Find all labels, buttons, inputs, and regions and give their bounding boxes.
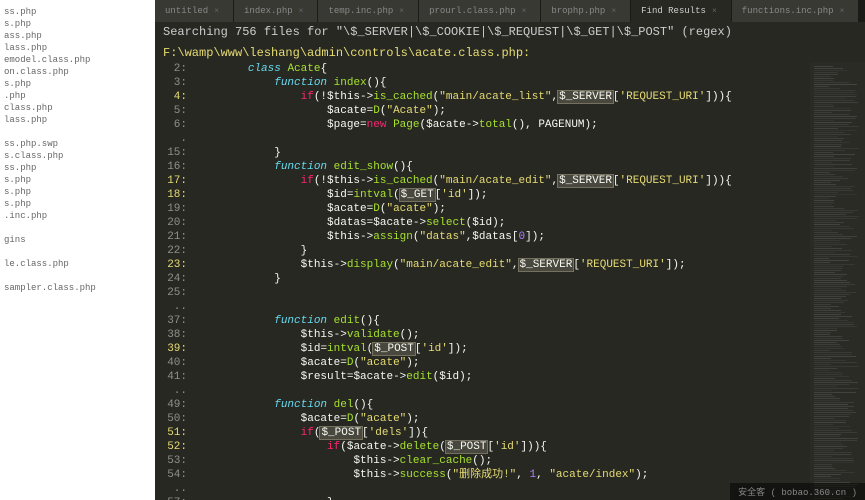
code-line[interactable]: function del(){: [195, 398, 810, 412]
tab-prourl-class-php[interactable]: prourl.class.php×: [419, 0, 541, 22]
line-gutter: 2:3:4:5:6:.15:16:17:18:19:20:21:22:23:24…: [155, 62, 195, 500]
code-content[interactable]: class Acate{ function index(){ if(!$this…: [195, 62, 810, 500]
file-tree-item[interactable]: .inc.php: [4, 210, 151, 222]
code-line[interactable]: $acate=D("acate");: [195, 412, 810, 426]
close-icon[interactable]: ×: [522, 7, 527, 16]
code-line[interactable]: $this->validate();: [195, 328, 810, 342]
code-line[interactable]: }: [195, 244, 810, 258]
file-tree-item[interactable]: ss.php.swp: [4, 138, 151, 150]
code-line[interactable]: function edit(){: [195, 314, 810, 328]
code-line[interactable]: $this->success("删除成功!", 1, "acate/index"…: [195, 468, 810, 482]
code-area[interactable]: 2:3:4:5:6:.15:16:17:18:19:20:21:22:23:24…: [155, 62, 865, 500]
file-tree-item[interactable]: class.php: [4, 102, 151, 114]
tab-temp-inc-php[interactable]: temp.inc.php×: [318, 0, 419, 22]
code-line[interactable]: function edit_show(){: [195, 160, 810, 174]
file-tree-item[interactable]: s.php: [4, 186, 151, 198]
file-tree-item[interactable]: lass.php: [4, 42, 151, 54]
close-icon[interactable]: ×: [611, 7, 616, 16]
tab-functions-inc-php[interactable]: functions.inc.php×: [732, 0, 860, 22]
file-tree-item[interactable]: ass.php: [4, 30, 151, 42]
code-line[interactable]: if(!$this->is_cached("main/acate_list",$…: [195, 90, 810, 104]
file-tree-item[interactable]: emodel.class.php: [4, 54, 151, 66]
file-tree-item[interactable]: s.php: [4, 18, 151, 30]
file-tree-item[interactable]: le.class.php: [4, 258, 151, 270]
code-line[interactable]: $id=intval($_GET['id']);: [195, 188, 810, 202]
file-tree-item[interactable]: ss.php: [4, 162, 151, 174]
code-line[interactable]: class Acate{: [195, 62, 810, 76]
close-icon[interactable]: ×: [712, 7, 717, 16]
code-line[interactable]: [195, 482, 810, 496]
file-tree-item[interactable]: s.php: [4, 174, 151, 186]
code-line[interactable]: $this->clear_cache();: [195, 454, 810, 468]
close-icon[interactable]: ×: [840, 7, 845, 16]
search-header: Searching 756 files for "\$_SERVER|\$_CO…: [155, 22, 865, 42]
code-line[interactable]: if($_POST['dels']){: [195, 426, 810, 440]
code-line[interactable]: [195, 384, 810, 398]
file-tree-item[interactable]: on.class.php: [4, 66, 151, 78]
close-icon[interactable]: ×: [299, 7, 304, 16]
code-line[interactable]: if(!$this->is_cached("main/acate_edit",$…: [195, 174, 810, 188]
code-line[interactable]: }: [195, 496, 810, 500]
file-tree-item[interactable]: ss.php: [4, 6, 151, 18]
code-line[interactable]: $acate=D("acate");: [195, 202, 810, 216]
code-line[interactable]: $this->assign("datas",$datas[0]);: [195, 230, 810, 244]
code-line[interactable]: $datas=$acate->select($id);: [195, 216, 810, 230]
code-line[interactable]: [195, 300, 810, 314]
tab-index-php[interactable]: index.php×: [234, 0, 318, 22]
file-tree-item[interactable]: s.php: [4, 78, 151, 90]
file-tree-item[interactable]: sampler.class.php: [4, 282, 151, 294]
tab-bar: untitled×index.php×temp.inc.php×prourl.c…: [155, 0, 865, 22]
file-tree-item[interactable]: s.class.php: [4, 150, 151, 162]
result-file-path[interactable]: F:\wamp\www\leshang\admin\controls\acate…: [155, 42, 865, 62]
code-line[interactable]: $this->display("main/acate_edit",$_SERVE…: [195, 258, 810, 272]
code-line[interactable]: $result=$acate->edit($id);: [195, 370, 810, 384]
tab-Find-Results[interactable]: Find Results×: [631, 0, 732, 22]
file-tree-item[interactable]: lass.php: [4, 114, 151, 126]
tab-brophp-php[interactable]: brophp.php×: [541, 0, 631, 22]
code-line[interactable]: [195, 286, 810, 300]
code-line[interactable]: $acate=D("Acate");: [195, 104, 810, 118]
file-tree-item[interactable]: s.php: [4, 198, 151, 210]
code-line[interactable]: $id=intval($_POST['id']);: [195, 342, 810, 356]
close-icon[interactable]: ×: [214, 7, 219, 16]
code-line[interactable]: }: [195, 146, 810, 160]
code-line[interactable]: if($acate->delete($_POST['id'])){: [195, 440, 810, 454]
file-explorer[interactable]: ss.phps.phpass.phplass.phpemodel.class.p…: [0, 0, 155, 500]
code-line[interactable]: $acate=D("acate");: [195, 356, 810, 370]
tab-untitled[interactable]: untitled×: [155, 0, 234, 22]
code-line[interactable]: function index(){: [195, 76, 810, 90]
code-line[interactable]: [195, 132, 810, 146]
file-tree-item[interactable]: gins: [4, 234, 151, 246]
code-line[interactable]: $page=new Page($acate->total(), PAGENUM)…: [195, 118, 810, 132]
file-tree-item[interactable]: .php: [4, 90, 151, 102]
minimap[interactable]: [810, 62, 865, 500]
watermark: 安全客 ( bobao.360.cn ): [730, 483, 865, 500]
close-icon[interactable]: ×: [399, 7, 404, 16]
code-line[interactable]: }: [195, 272, 810, 286]
